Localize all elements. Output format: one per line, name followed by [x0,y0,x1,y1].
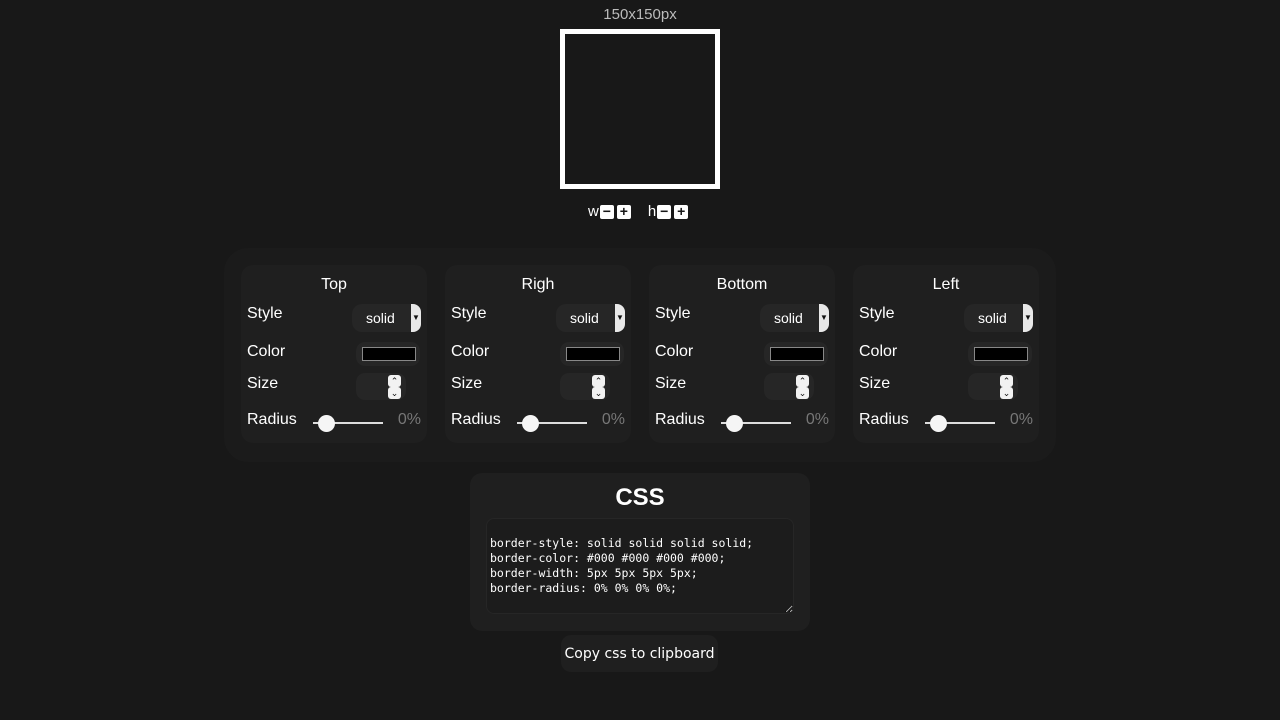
color-picker[interactable] [764,342,828,366]
dimensions-label: 150x150px [603,6,677,23]
panel-title: Bottom [716,276,768,293]
height-increase-button[interactable]: + [674,204,689,219]
color-swatch [770,347,824,361]
spin-down-icon[interactable]: ⌄ [796,387,809,399]
size-input[interactable]: ⌃ ⌄ [968,373,1018,400]
css-output-panel: CSS [470,473,810,631]
spin-up-icon[interactable]: ⌃ [796,375,809,387]
style-label: Style [655,305,691,322]
radius-value: 0% [397,411,421,428]
width-decrease-button[interactable]: − [599,204,614,219]
spin-up-icon[interactable]: ⌃ [388,375,401,387]
dropdown-arrow-icon: ▼ [819,304,829,332]
style-label: Style [247,305,283,322]
size-input[interactable]: ⌃ ⌄ [764,373,814,400]
size-label: Size [655,375,687,392]
color-picker[interactable] [968,342,1032,366]
size-input[interactable]: ⌃ ⌄ [356,373,406,400]
height-label: h [647,203,657,220]
color-picker[interactable] [356,342,420,366]
color-swatch [362,347,416,361]
style-value: solid [774,310,803,326]
width-label: w [588,203,599,220]
radius-slider-thumb[interactable] [930,415,947,432]
style-select[interactable]: solid ▼ [760,304,829,332]
spin-down-icon[interactable]: ⌄ [1000,387,1013,399]
size-label: Size [451,375,483,392]
spin-up-icon[interactable]: ⌃ [592,375,605,387]
width-increase-button[interactable]: + [616,204,631,219]
radius-label: Radius [451,411,501,428]
color-label: Color [247,343,286,360]
radius-value: 0% [805,411,829,428]
radius-slider-thumb[interactable] [318,415,335,432]
css-title: CSS [615,484,665,511]
panel-righ: Righ Style solid ▼ Color Size ⌃ ⌄ Radius 0… [445,265,631,443]
panel-bottom: Bottom Style solid ▼ Color Size ⌃ ⌄ Radius… [649,265,835,443]
copy-css-button[interactable]: Copy css to clipboard [561,635,718,672]
dropdown-arrow-icon: ▼ [1023,304,1033,332]
spin-down-icon[interactable]: ⌄ [388,387,401,399]
style-value: solid [570,310,599,326]
style-select[interactable]: solid ▼ [556,304,625,332]
color-picker[interactable] [560,342,624,366]
style-value: solid [366,310,395,326]
style-select[interactable]: solid ▼ [964,304,1033,332]
style-label: Style [451,305,487,322]
radius-slider-thumb[interactable] [726,415,743,432]
radius-slider-thumb[interactable] [522,415,539,432]
style-label: Style [859,305,895,322]
radius-label: Radius [655,411,705,428]
size-label: Size [247,375,279,392]
radius-label: Radius [247,411,297,428]
color-swatch [566,347,620,361]
style-select[interactable]: solid ▼ [352,304,421,332]
color-label: Color [451,343,490,360]
radius-label: Radius [859,411,909,428]
css-code-textarea[interactable] [486,518,794,614]
size-input[interactable]: ⌃ ⌄ [560,373,610,400]
panel-top: Top Style solid ▼ Color Size ⌃ ⌄ Radius 0% [241,265,427,443]
dropdown-arrow-icon: ▼ [615,304,625,332]
size-controls: w − + h − + [588,203,691,220]
panel-left: Left Style solid ▼ Color Size ⌃ ⌄ Radius 0… [853,265,1039,443]
color-label: Color [859,343,898,360]
style-value: solid [978,310,1007,326]
panel-title: Top [321,276,347,293]
height-decrease-button[interactable]: − [657,204,672,219]
dropdown-arrow-icon: ▼ [411,304,421,332]
color-swatch [974,347,1028,361]
radius-value: 0% [601,411,625,428]
radius-value: 0% [1009,411,1033,428]
panel-title: Righ [521,276,555,293]
spin-down-icon[interactable]: ⌄ [592,387,605,399]
color-label: Color [655,343,694,360]
spin-up-icon[interactable]: ⌃ [1000,375,1013,387]
border-preview-box [560,29,720,189]
size-label: Size [859,375,891,392]
panel-title: Left [932,276,960,293]
